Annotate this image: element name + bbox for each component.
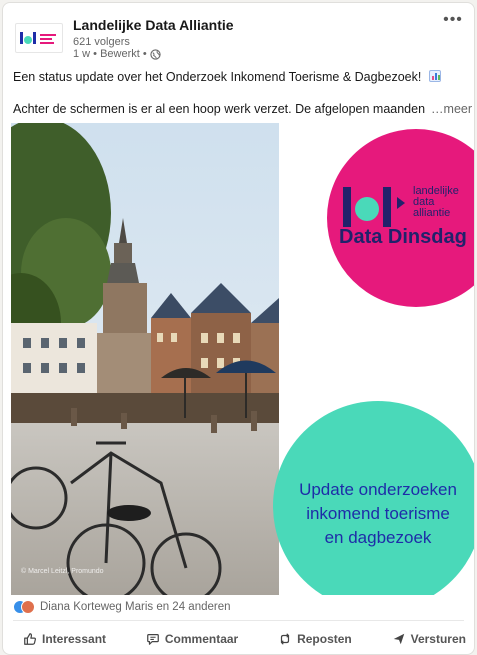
- post-text-line-1: Een status update over het Onderzoek Ink…: [13, 70, 441, 84]
- social-counts-text[interactable]: Diana Korteweg Maris en 24 anderen: [40, 601, 231, 613]
- like-button-label: Interessant: [42, 632, 107, 646]
- divider: [13, 620, 464, 621]
- comment-button-label: Commentaar: [164, 632, 239, 646]
- reaction-icons: [13, 600, 35, 614]
- post-time-edited: 1 w • Bewerkt •: [73, 48, 147, 60]
- update-line-3: en dagbezoek: [324, 528, 432, 547]
- send-button[interactable]: Versturen: [392, 632, 466, 646]
- post-meta: 1 w • Bewerkt •: [73, 48, 161, 60]
- heart-reaction-icon: [21, 600, 35, 614]
- post-text-line-2: Achter de schermen is er al een hoop wer…: [13, 102, 472, 116]
- data-dinsdag-title: Data Dinsdag: [339, 226, 467, 248]
- lda-logo-icon[interactable]: [15, 23, 63, 53]
- update-line-1: Update onderzoeken: [299, 480, 457, 499]
- post-text-1: Een status update over het Onderzoek Ink…: [13, 70, 422, 84]
- photo-credit: © Marcel Leitzl, Promundo: [21, 568, 104, 575]
- update-badge-text: Update onderzoeken inkomend toerisme en …: [273, 478, 474, 550]
- thumbs-up-icon: [24, 633, 36, 645]
- globe-icon: [150, 48, 161, 60]
- post-card: Landelijke Data Alliantie 621 volgers 1 …: [2, 2, 475, 655]
- update-line-2: inkomend toerisme: [306, 504, 450, 523]
- follower-count: 621 volgers: [73, 36, 130, 48]
- post-image[interactable]: © Marcel Leitzl, Promundo landelijke dat…: [11, 123, 474, 595]
- bar-chart-emoji-icon: [428, 70, 441, 82]
- comment-icon: [147, 634, 159, 645]
- comment-button[interactable]: Commentaar: [146, 632, 238, 646]
- like-button[interactable]: Interessant: [23, 632, 106, 646]
- repost-button[interactable]: Reposten: [278, 632, 352, 646]
- repost-button-label: Reposten: [297, 632, 352, 646]
- more-options-icon[interactable]: •••: [442, 12, 464, 33]
- lda-wordmark: landelijke data alliantie: [413, 186, 459, 219]
- data-dinsdag-badge: landelijke data alliantie Data Dinsdag: [327, 129, 474, 307]
- repost-icon: [280, 633, 290, 645]
- author-name[interactable]: Landelijke Data Alliantie: [73, 17, 234, 33]
- see-more-link[interactable]: …meer: [431, 102, 472, 116]
- post-text-2: Achter de schermen is er al een hoop wer…: [13, 102, 426, 116]
- social-counts[interactable]: Diana Korteweg Maris en 24 anderen: [13, 600, 231, 614]
- action-bar: Interessant Commentaar Reposten Versture…: [23, 632, 466, 646]
- lda-wordmark-line-3: alliantie: [413, 207, 451, 219]
- post-header: Landelijke Data Alliantie 621 volgers 1 …: [15, 12, 464, 61]
- send-button-label: Versturen: [410, 632, 466, 646]
- lda-mark-icon: [343, 187, 405, 227]
- town-square-photo: © Marcel Leitzl, Promundo: [11, 123, 279, 595]
- send-icon: [393, 633, 404, 645]
